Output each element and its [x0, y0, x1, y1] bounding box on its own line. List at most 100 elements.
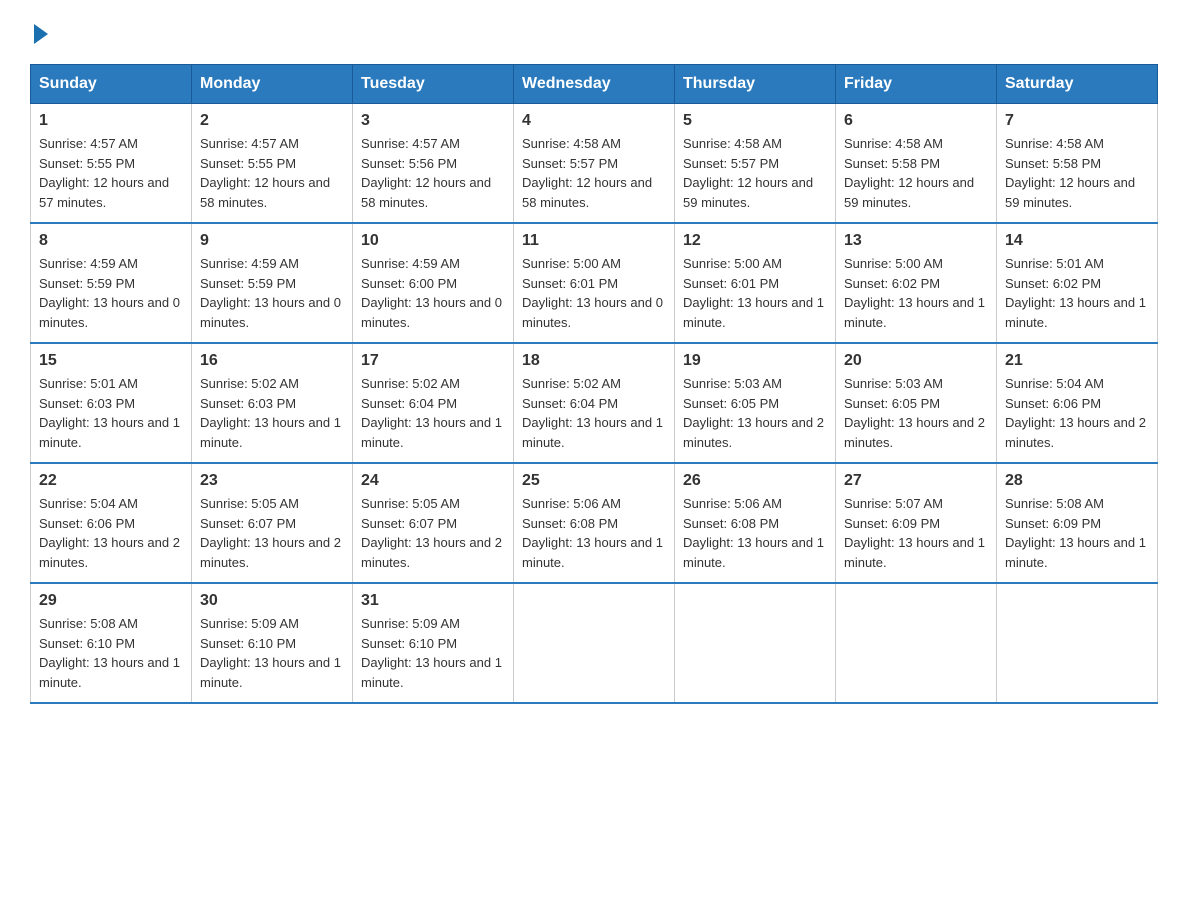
day-number: 16: [200, 352, 344, 370]
day-cell: 15 Sunrise: 5:01 AMSunset: 6:03 PMDayligh…: [31, 343, 192, 463]
day-cell: 19Sunrise: 5:03 AMSunset: 6:05 PMDayligh…: [675, 343, 836, 463]
day-info: Sunrise: 4:58 AMSunset: 5:57 PMDaylight:…: [683, 134, 827, 212]
day-info: Sunrise: 5:00 AMSunset: 6:01 PMDaylight:…: [522, 254, 666, 332]
day-cell: 31 Sunrise: 5:09 AMSunset: 6:10 PMDayligh…: [353, 583, 514, 703]
header-cell-friday: Friday: [836, 65, 997, 104]
day-info: Sunrise: 5:02 AMSunset: 6:04 PMDaylight:…: [522, 374, 666, 452]
day-info: Sunrise: 5:02 AMSunset: 6:03 PMDaylight:…: [200, 374, 344, 452]
header-cell-thursday: Thursday: [675, 65, 836, 104]
logo: [30, 20, 48, 44]
day-number: 11: [522, 232, 666, 250]
day-info: Sunrise: 5:00 AMSunset: 6:01 PMDaylight:…: [683, 254, 827, 332]
day-cell: 5 Sunrise: 4:58 AMSunset: 5:57 PMDaylight…: [675, 104, 836, 224]
page-header: [30, 20, 1158, 44]
day-number: 15: [39, 352, 183, 370]
day-cell: 12Sunrise: 5:00 AMSunset: 6:01 PMDayligh…: [675, 223, 836, 343]
day-info: Sunrise: 5:00 AMSunset: 6:02 PMDaylight:…: [844, 254, 988, 332]
day-info: Sunrise: 5:06 AMSunset: 6:08 PMDaylight:…: [522, 494, 666, 572]
day-info: Sunrise: 4:59 AMSunset: 5:59 PMDaylight:…: [39, 254, 183, 332]
day-info: Sunrise: 5:08 AMSunset: 6:09 PMDaylight:…: [1005, 494, 1149, 572]
day-cell: 29 Sunrise: 5:08 AMSunset: 6:10 PMDayligh…: [31, 583, 192, 703]
day-number: 19: [683, 352, 827, 370]
day-cell: 14 Sunrise: 5:01 AMSunset: 6:02 PMDayligh…: [997, 223, 1158, 343]
week-row-5: 29 Sunrise: 5:08 AMSunset: 6:10 PMDayligh…: [31, 583, 1158, 703]
day-number: 22: [39, 472, 183, 490]
day-number: 29: [39, 592, 183, 610]
day-number: 8: [39, 232, 183, 250]
header-cell-wednesday: Wednesday: [514, 65, 675, 104]
day-cell: 6 Sunrise: 4:58 AMSunset: 5:58 PMDaylight…: [836, 104, 997, 224]
day-cell: 4 Sunrise: 4:58 AMSunset: 5:57 PMDaylight…: [514, 104, 675, 224]
day-cell: 9 Sunrise: 4:59 AMSunset: 5:59 PMDaylight…: [192, 223, 353, 343]
day-info: Sunrise: 5:04 AMSunset: 6:06 PMDaylight:…: [39, 494, 183, 572]
day-info: Sunrise: 5:03 AMSunset: 6:05 PMDaylight:…: [844, 374, 988, 452]
day-info: Sunrise: 5:01 AMSunset: 6:03 PMDaylight:…: [39, 374, 183, 452]
week-row-4: 22 Sunrise: 5:04 AMSunset: 6:06 PMDayligh…: [31, 463, 1158, 583]
day-info: Sunrise: 5:06 AMSunset: 6:08 PMDaylight:…: [683, 494, 827, 572]
day-number: 5: [683, 112, 827, 130]
day-cell: [997, 583, 1158, 703]
day-number: 26: [683, 472, 827, 490]
calendar-header: SundayMondayTuesdayWednesdayThursdayFrid…: [31, 65, 1158, 104]
day-info: Sunrise: 5:07 AMSunset: 6:09 PMDaylight:…: [844, 494, 988, 572]
day-number: 14: [1005, 232, 1149, 250]
day-cell: [514, 583, 675, 703]
day-number: 23: [200, 472, 344, 490]
day-cell: 30 Sunrise: 5:09 AMSunset: 6:10 PMDayligh…: [192, 583, 353, 703]
logo-arrow-icon: [34, 24, 48, 44]
day-cell: 18 Sunrise: 5:02 AMSunset: 6:04 PMDayligh…: [514, 343, 675, 463]
day-cell: 3 Sunrise: 4:57 AMSunset: 5:56 PMDaylight…: [353, 104, 514, 224]
day-info: Sunrise: 4:59 AMSunset: 6:00 PMDaylight:…: [361, 254, 505, 332]
day-info: Sunrise: 5:05 AMSunset: 6:07 PMDaylight:…: [361, 494, 505, 572]
day-cell: 1Sunrise: 4:57 AMSunset: 5:55 PMDaylight…: [31, 104, 192, 224]
week-row-2: 8 Sunrise: 4:59 AMSunset: 5:59 PMDaylight…: [31, 223, 1158, 343]
day-cell: 17Sunrise: 5:02 AMSunset: 6:04 PMDayligh…: [353, 343, 514, 463]
day-info: Sunrise: 5:08 AMSunset: 6:10 PMDaylight:…: [39, 614, 183, 692]
day-cell: 25 Sunrise: 5:06 AMSunset: 6:08 PMDayligh…: [514, 463, 675, 583]
day-number: 21: [1005, 352, 1149, 370]
day-number: 28: [1005, 472, 1149, 490]
day-cell: 7 Sunrise: 4:58 AMSunset: 5:58 PMDaylight…: [997, 104, 1158, 224]
day-cell: 23Sunrise: 5:05 AMSunset: 6:07 PMDayligh…: [192, 463, 353, 583]
day-number: 7: [1005, 112, 1149, 130]
day-number: 24: [361, 472, 505, 490]
day-cell: 2Sunrise: 4:57 AMSunset: 5:55 PMDaylight…: [192, 104, 353, 224]
day-cell: 20 Sunrise: 5:03 AMSunset: 6:05 PMDayligh…: [836, 343, 997, 463]
day-info: Sunrise: 5:09 AMSunset: 6:10 PMDaylight:…: [361, 614, 505, 692]
day-info: Sunrise: 4:58 AMSunset: 5:58 PMDaylight:…: [844, 134, 988, 212]
day-cell: 21Sunrise: 5:04 AMSunset: 6:06 PMDayligh…: [997, 343, 1158, 463]
header-row: SundayMondayTuesdayWednesdayThursdayFrid…: [31, 65, 1158, 104]
day-number: 10: [361, 232, 505, 250]
day-cell: 26 Sunrise: 5:06 AMSunset: 6:08 PMDayligh…: [675, 463, 836, 583]
day-number: 20: [844, 352, 988, 370]
day-number: 18: [522, 352, 666, 370]
day-number: 30: [200, 592, 344, 610]
header-cell-saturday: Saturday: [997, 65, 1158, 104]
day-number: 31: [361, 592, 505, 610]
day-cell: 8 Sunrise: 4:59 AMSunset: 5:59 PMDaylight…: [31, 223, 192, 343]
day-cell: 13 Sunrise: 5:00 AMSunset: 6:02 PMDayligh…: [836, 223, 997, 343]
header-cell-sunday: Sunday: [31, 65, 192, 104]
day-info: Sunrise: 5:01 AMSunset: 6:02 PMDaylight:…: [1005, 254, 1149, 332]
day-cell: 28 Sunrise: 5:08 AMSunset: 6:09 PMDayligh…: [997, 463, 1158, 583]
header-cell-tuesday: Tuesday: [353, 65, 514, 104]
day-number: 9: [200, 232, 344, 250]
day-number: 3: [361, 112, 505, 130]
day-info: Sunrise: 4:57 AMSunset: 5:55 PMDaylight:…: [39, 134, 183, 212]
day-number: 25: [522, 472, 666, 490]
week-row-1: 1Sunrise: 4:57 AMSunset: 5:55 PMDaylight…: [31, 104, 1158, 224]
day-cell: 22 Sunrise: 5:04 AMSunset: 6:06 PMDayligh…: [31, 463, 192, 583]
day-number: 27: [844, 472, 988, 490]
calendar-body: 1Sunrise: 4:57 AMSunset: 5:55 PMDaylight…: [31, 104, 1158, 704]
day-cell: [675, 583, 836, 703]
day-number: 13: [844, 232, 988, 250]
day-number: 6: [844, 112, 988, 130]
day-info: Sunrise: 4:57 AMSunset: 5:56 PMDaylight:…: [361, 134, 505, 212]
header-cell-monday: Monday: [192, 65, 353, 104]
day-info: Sunrise: 4:58 AMSunset: 5:57 PMDaylight:…: [522, 134, 666, 212]
day-info: Sunrise: 4:59 AMSunset: 5:59 PMDaylight:…: [200, 254, 344, 332]
week-row-3: 15 Sunrise: 5:01 AMSunset: 6:03 PMDayligh…: [31, 343, 1158, 463]
day-info: Sunrise: 5:09 AMSunset: 6:10 PMDaylight:…: [200, 614, 344, 692]
day-number: 4: [522, 112, 666, 130]
day-info: Sunrise: 4:58 AMSunset: 5:58 PMDaylight:…: [1005, 134, 1149, 212]
